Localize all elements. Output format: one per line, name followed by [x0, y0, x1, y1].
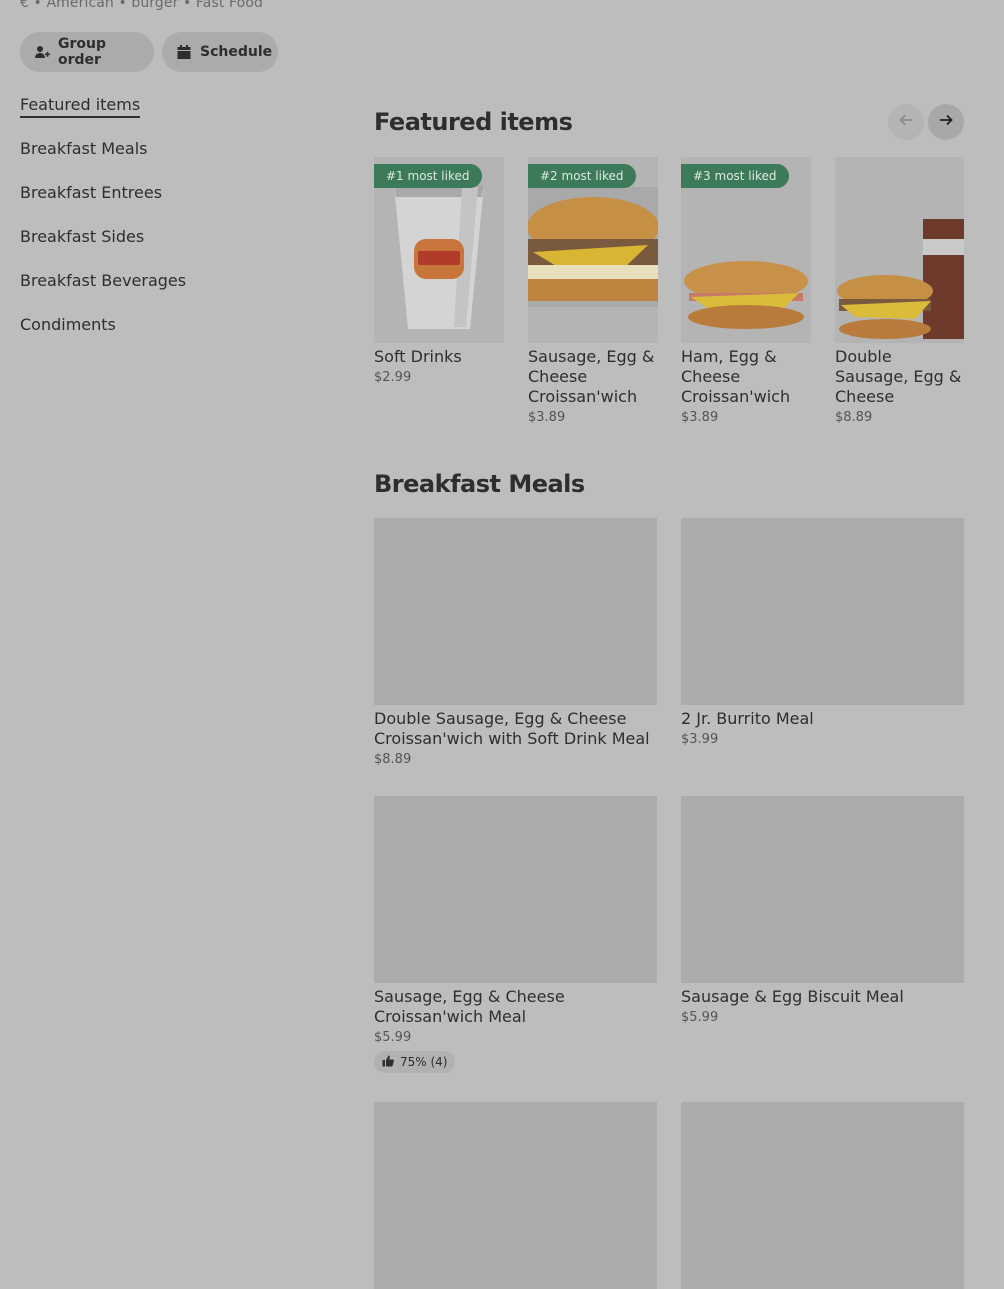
person-add-icon	[34, 44, 50, 60]
croissant-sandwich-image: #2 most liked	[528, 157, 658, 343]
meal-card[interactable]: Double Sausage, Egg & Cheese Croissan'wi…	[374, 518, 657, 767]
category-nav: Featured items Breakfast Meals Breakfast…	[20, 94, 186, 358]
thumbs-up-icon	[382, 1055, 394, 1070]
featured-item-card[interactable]: #2 most liked Sausage, Egg & Cheese Croi…	[528, 157, 658, 425]
meal-with-drink-image	[835, 157, 964, 343]
featured-item-price: $2.99	[374, 370, 412, 385]
meal-card[interactable]	[681, 1102, 964, 1289]
meal-price: $5.99	[681, 1010, 719, 1025]
featured-item-name: Sausage, Egg & Cheese Croissan'wich	[528, 347, 655, 406]
meal-image-placeholder	[374, 796, 657, 983]
croissant-sandwich-image: #3 most liked	[681, 157, 811, 343]
nav-item-breakfast-sides[interactable]: Breakfast Sides	[20, 226, 186, 270]
nav-item-breakfast-entrees[interactable]: Breakfast Entrees	[20, 182, 186, 226]
meal-name: Sausage, Egg & Cheese Croissan'wich Meal	[374, 987, 565, 1026]
arrow-right-icon	[938, 112, 954, 132]
schedule-label: Schedule	[200, 44, 273, 60]
meal-image-placeholder	[681, 796, 964, 983]
featured-section-title: Featured items	[374, 108, 573, 136]
nav-item-breakfast-meals[interactable]: Breakfast Meals	[20, 138, 186, 182]
meal-image-placeholder	[681, 518, 964, 705]
meal-price: $3.99	[681, 732, 719, 747]
carousel-prev-button[interactable]	[888, 104, 924, 140]
meal-image-placeholder	[374, 1102, 657, 1289]
featured-carousel: #1 most liked Soft Drinks $2.99 #2 most …	[374, 157, 964, 437]
popularity-badge: #2 most liked	[528, 164, 636, 188]
nav-item-breakfast-beverages[interactable]: Breakfast Beverages	[20, 270, 186, 314]
popularity-badge: #1 most liked	[374, 164, 482, 188]
rating-badge: 75% (4)	[374, 1051, 456, 1073]
featured-item-name: Ham, Egg & Cheese Croissan'wich	[681, 347, 791, 406]
meal-card[interactable]: Sausage & Egg Biscuit Meal $5.99	[681, 796, 964, 1025]
meal-image-placeholder	[374, 518, 657, 705]
featured-item-card[interactable]: #3 most liked Ham, Egg & Cheese Croissan…	[681, 157, 811, 425]
group-order-label: Group order	[58, 36, 107, 68]
featured-item-name: Soft Drinks	[374, 347, 462, 366]
breakfast-meals-section-title: Breakfast Meals	[374, 470, 585, 498]
featured-item-name: Double Sausage, Egg & Cheese Croissan'wi…	[835, 347, 962, 406]
nav-item-condiments[interactable]: Condiments	[20, 314, 186, 358]
featured-item-price: $8.89	[835, 410, 873, 425]
meal-price: $8.89	[374, 752, 412, 767]
featured-item-price: $3.89	[681, 410, 719, 425]
carousel-next-button[interactable]	[928, 104, 964, 140]
calendar-icon	[176, 44, 192, 60]
meal-name: Double Sausage, Egg & Cheese Croissan'wi…	[374, 709, 650, 748]
schedule-button[interactable]: Schedule	[162, 32, 278, 72]
meal-card[interactable]	[374, 1102, 657, 1289]
meal-name: Sausage & Egg Biscuit Meal	[681, 987, 904, 1006]
rating-text: 75% (4)	[400, 1055, 448, 1069]
meal-image-placeholder	[681, 1102, 964, 1289]
meal-name: 2 Jr. Burrito Meal	[681, 709, 814, 728]
featured-item-card[interactable]: #1 most liked Soft Drinks $2.99	[374, 157, 504, 385]
featured-item-card[interactable]: Double Sausage, Egg & Cheese Croissan'wi…	[835, 157, 964, 425]
meal-card[interactable]: Sausage, Egg & Cheese Croissan'wich Meal…	[374, 796, 657, 1073]
soft-drink-cup-image: #1 most liked	[374, 157, 504, 343]
featured-item-price: $3.89	[528, 410, 566, 425]
arrow-left-icon	[898, 112, 914, 132]
store-meta: € • American • burger • Fast Food	[20, 0, 263, 11]
meal-card[interactable]: 2 Jr. Burrito Meal $3.99	[681, 518, 964, 747]
nav-item-featured-items[interactable]: Featured items	[20, 94, 186, 138]
meal-price: $5.99	[374, 1030, 412, 1045]
popularity-badge: #3 most liked	[681, 164, 789, 188]
group-order-button[interactable]: Group order	[20, 32, 154, 72]
